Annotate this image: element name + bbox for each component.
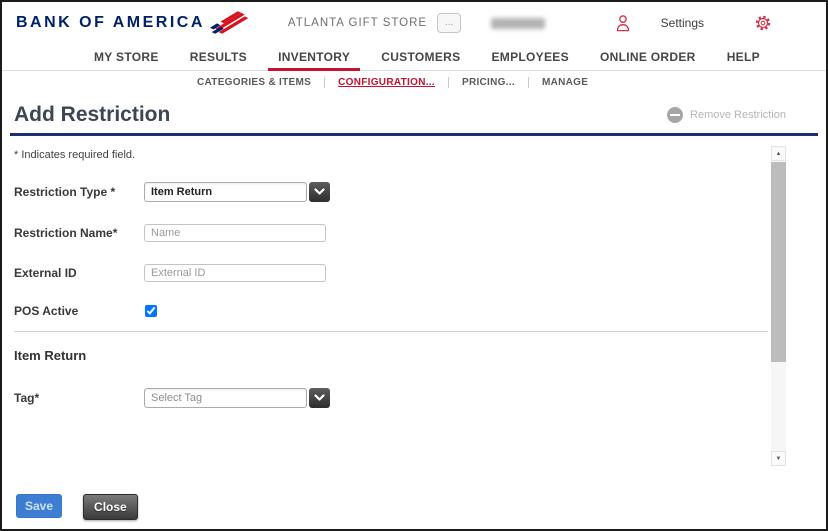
page-title: Add Restriction	[14, 103, 171, 126]
store-switcher-button[interactable]: ...	[437, 13, 462, 33]
brand-wordmark: BANK OF AMERICA	[16, 14, 205, 31]
nav-employees[interactable]: EMPLOYEES	[490, 44, 571, 70]
inventory-subnav: CATEGORIES & ITEMS CONFIGURATION... PRIC…	[2, 71, 826, 94]
restriction-name-input[interactable]	[144, 224, 326, 242]
redacted-username	[490, 17, 545, 29]
save-button[interactable]: Save	[16, 494, 63, 518]
scrollbar-thumb[interactable]	[771, 162, 786, 362]
subnav-pricing[interactable]: PRICING...	[449, 77, 528, 88]
nav-label: HELP	[726, 50, 760, 64]
nav-label: ONLINE ORDER	[600, 50, 696, 64]
form-content: * Indicates required field. Restriction …	[2, 136, 826, 478]
nav-results[interactable]: RESULTS	[188, 44, 249, 70]
remove-restriction-label: Remove Restriction	[690, 109, 786, 121]
restriction-name-label: Restriction Name*	[14, 226, 118, 240]
restriction-type-select[interactable]: Item Return	[144, 182, 330, 202]
subnav-categories-items[interactable]: CATEGORIES & ITEMS	[184, 77, 324, 88]
nav-label: MY STORE	[94, 50, 159, 64]
scroll-down-icon[interactable]: ▼	[771, 451, 786, 466]
main-nav: MY STORE RESULTS INVENTORY CUSTOMERS EMP…	[2, 44, 826, 71]
vertical-scrollbar[interactable]: ▲ ▼	[771, 146, 786, 466]
nav-help[interactable]: HELP	[725, 44, 762, 70]
chevron-down-icon[interactable]	[309, 182, 330, 202]
tag-select[interactable]: Select Tag	[144, 388, 330, 408]
store-name: ATLANTA GIFT STORE	[287, 17, 428, 29]
nav-my-store[interactable]: MY STORE	[92, 44, 161, 70]
scroll-up-icon[interactable]: ▲	[771, 146, 786, 161]
pos-active-checkbox[interactable]	[145, 305, 157, 317]
nav-label: CUSTOMERS	[381, 50, 461, 64]
pos-active-label: POS Active	[14, 304, 79, 318]
tag-row: Tag* Select Tag	[14, 388, 826, 408]
tag-placeholder: Select Tag	[144, 388, 307, 408]
minus-circle-icon	[667, 107, 684, 123]
nav-customers[interactable]: CUSTOMERS	[379, 44, 462, 70]
gear-icon[interactable]	[754, 14, 772, 32]
restriction-type-value: Item Return	[144, 182, 307, 202]
brand-logo: BANK OF AMERICA	[16, 10, 250, 36]
nav-label: EMPLOYEES	[491, 50, 569, 64]
pos-active-row: POS Active	[14, 304, 826, 318]
section-divider	[14, 331, 768, 332]
user-profile-icon[interactable]	[615, 14, 631, 33]
bank-flag-icon	[209, 10, 249, 34]
subnav-configuration[interactable]: CONFIGURATION...	[325, 77, 448, 88]
required-field-note: * Indicates required field.	[14, 149, 136, 161]
nav-online-order[interactable]: ONLINE ORDER	[598, 44, 698, 70]
nav-inventory[interactable]: INVENTORY	[268, 44, 361, 71]
restriction-type-label: Restriction Type *	[14, 185, 116, 199]
external-id-label: External ID	[14, 266, 77, 280]
chevron-down-icon[interactable]	[309, 388, 330, 408]
restriction-name-row: Restriction Name*	[14, 224, 826, 242]
header: BANK OF AMERICA ATLANTA GIFT STORE ... S…	[2, 2, 826, 44]
subnav-manage[interactable]: MANAGE	[529, 77, 601, 88]
footer-actions: Save Close	[2, 485, 826, 529]
restriction-type-row: Restriction Type * Item Return	[14, 182, 826, 202]
settings-link[interactable]: Settings	[661, 16, 704, 30]
active-tab-underline	[268, 68, 361, 71]
page-header: Add Restriction Remove Restriction	[2, 94, 826, 132]
nav-label: RESULTS	[189, 50, 247, 64]
external-id-row: External ID	[14, 264, 826, 282]
close-button[interactable]: Close	[83, 494, 138, 520]
nav-label: INVENTORY	[278, 50, 351, 64]
item-return-section-title: Item Return	[14, 348, 87, 363]
app-window: BANK OF AMERICA ATLANTA GIFT STORE ... S…	[0, 0, 828, 531]
external-id-input[interactable]	[144, 264, 326, 282]
remove-restriction-button[interactable]: Remove Restriction	[667, 107, 786, 123]
tag-label: Tag*	[14, 391, 40, 405]
